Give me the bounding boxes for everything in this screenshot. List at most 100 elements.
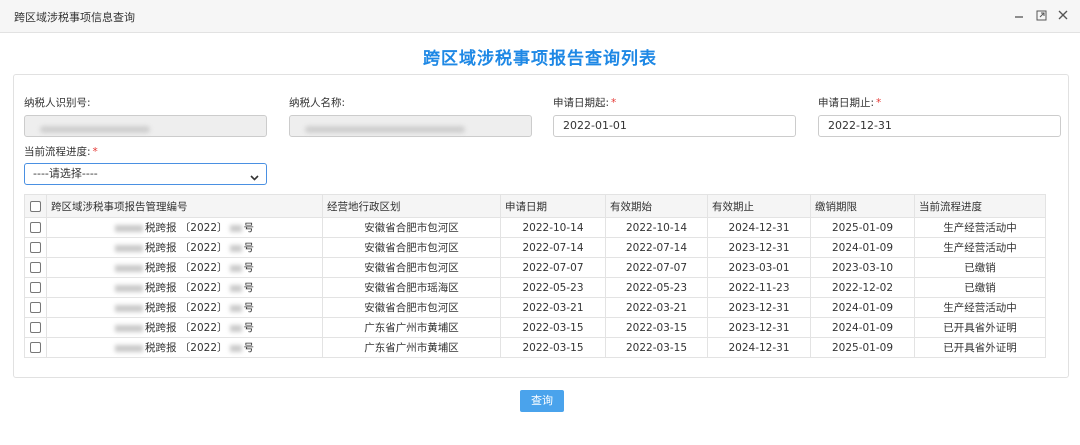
row-checkbox[interactable] [30, 262, 41, 273]
masked-value [305, 125, 465, 133]
report-no-cell: 税跨报 〔2022〕号 [46, 237, 323, 258]
report-no-cell: 税跨报 〔2022〕号 [46, 277, 323, 298]
region-cell: 广东省广州市黄埔区 [322, 317, 501, 338]
masked-value [229, 284, 242, 292]
date-end-label: 申请日期止: * [818, 97, 882, 109]
progress-field: 当前流程进度: * ----请选择---- [24, 144, 267, 185]
table-row: 税跨报 〔2022〕号安徽省合肥市包河区 2022-03-21 2022-03-21… [24, 297, 1046, 318]
masked-value [114, 244, 143, 252]
date-start-field: 申请日期起: * 2022-01-01 [553, 95, 796, 137]
cancel-deadline-cell: 2022-12-02 [810, 277, 915, 298]
valid-end-cell: 2022-11-23 [707, 277, 811, 298]
report-no-cell: 税跨报 〔2022〕号 [46, 257, 323, 278]
row-checkbox[interactable] [30, 342, 41, 353]
progress-cell: 生产经营活动中 [914, 217, 1046, 238]
required-mark: * [92, 146, 98, 158]
row-checkbox[interactable] [30, 242, 41, 253]
close-icon[interactable] [1056, 7, 1070, 23]
window-controls [1012, 7, 1070, 23]
region-cell: 广东省广州市黄埔区 [322, 337, 501, 358]
report-no-cell: 税跨报 〔2022〕号 [46, 297, 323, 318]
table-row: 税跨报 〔2022〕号安徽省合肥市包河区 2022-07-14 2022-07-14… [24, 237, 1046, 258]
date-start-label: 申请日期起: * [553, 97, 617, 109]
region-cell: 安徽省合肥市包河区 [322, 257, 501, 278]
window-title: 跨区域涉税事项信息查询 [14, 11, 135, 24]
row-checkbox[interactable] [30, 282, 41, 293]
row-select-cell [24, 277, 47, 298]
valid-start-cell: 2022-03-15 [605, 317, 708, 338]
apply-date-cell: 2022-10-14 [500, 217, 606, 238]
row-select-cell [24, 237, 47, 258]
select-all-checkbox[interactable] [30, 200, 41, 212]
cancel-deadline-cell: 2023-03-10 [810, 257, 915, 278]
masked-value [114, 224, 143, 232]
masked-value [229, 344, 242, 352]
progress-cell: 已开具省外证明 [914, 317, 1046, 338]
report-no-cell: 税跨报 〔2022〕号 [46, 337, 323, 358]
taxpayer-id-input [24, 115, 267, 137]
query-panel: 纳税人识别号: 纳税人名称: 申请日期起: * 2022-01-01 申请日期止:… [13, 74, 1069, 378]
minimize-icon[interactable] [1012, 7, 1026, 23]
valid-start-cell: 2022-07-14 [605, 237, 708, 258]
valid-start-cell: 2022-05-23 [605, 277, 708, 298]
valid-end-cell: 2024-12-31 [707, 337, 811, 358]
apply-date-cell: 2022-07-14 [500, 237, 606, 258]
valid-end-cell: 2023-03-01 [707, 257, 811, 278]
masked-value [229, 324, 242, 332]
col-header-report-no: 跨区域涉税事项报告管理编号 [46, 194, 323, 218]
valid-start-cell: 2022-03-21 [605, 297, 708, 318]
progress-cell: 生产经营活动中 [914, 237, 1046, 258]
table-body: 税跨报 〔2022〕号安徽省合肥市包河区 2022-10-14 2022-10-14… [24, 217, 1046, 358]
progress-cell: 已缴销 [914, 277, 1046, 298]
row-select-cell [24, 317, 47, 338]
row-checkbox[interactable] [30, 302, 41, 313]
table-row: 税跨报 〔2022〕号广东省广州市黄埔区 2022-03-15 2022-03-15… [24, 337, 1046, 358]
cancel-deadline-cell: 2024-01-09 [810, 237, 915, 258]
valid-start-cell: 2022-03-15 [605, 337, 708, 358]
valid-end-cell: 2023-12-31 [707, 297, 811, 318]
masked-value [229, 224, 242, 232]
col-header-apply-date: 申请日期 [500, 194, 606, 218]
chevron-down-icon [250, 169, 259, 189]
masked-value [114, 324, 143, 332]
region-cell: 安徽省合肥市包河区 [322, 297, 501, 318]
date-start-input[interactable]: 2022-01-01 [553, 115, 796, 137]
masked-value [229, 264, 242, 272]
taxpayer-id-field: 纳税人识别号: [24, 95, 267, 137]
table-row: 税跨报 〔2022〕号安徽省合肥市包河区 2022-10-14 2022-10-14… [24, 217, 1046, 238]
page-title: 跨区域涉税事项报告查询列表 [423, 49, 657, 69]
apply-date-cell: 2022-07-07 [500, 257, 606, 278]
table-row: 税跨报 〔2022〕号安徽省合肥市瑶海区 2022-05-23 2022-05-23… [24, 277, 1046, 298]
apply-date-cell: 2022-05-23 [500, 277, 606, 298]
valid-end-cell: 2024-12-31 [707, 217, 811, 238]
row-checkbox[interactable] [30, 322, 41, 333]
report-no-cell: 税跨报 〔2022〕号 [46, 217, 323, 238]
progress-cell: 已缴销 [914, 257, 1046, 278]
row-select-cell [24, 337, 47, 358]
apply-date-cell: 2022-03-15 [500, 317, 606, 338]
col-header-progress: 当前流程进度 [914, 194, 1046, 218]
region-cell: 安徽省合肥市包河区 [322, 217, 501, 238]
region-cell: 安徽省合肥市包河区 [322, 237, 501, 258]
table-row: 税跨报 〔2022〕号广东省广州市黄埔区 2022-03-15 2022-03-15… [24, 317, 1046, 338]
masked-value [114, 304, 143, 312]
masked-value [114, 284, 143, 292]
row-select-cell [24, 257, 47, 278]
masked-value [114, 344, 143, 352]
report-table: 跨区域涉税事项报告管理编号 经营地行政区划 申请日期 有效期始 有效期止 缴销期… [24, 194, 1046, 358]
taxpayer-name-field: 纳税人名称: [289, 95, 532, 137]
date-end-field: 申请日期止: * 2022-12-31 [818, 95, 1061, 137]
table-header-row: 跨区域涉税事项报告管理编号 经营地行政区划 申请日期 有效期始 有效期止 缴销期… [24, 194, 1046, 218]
progress-cell: 已开具省外证明 [914, 337, 1046, 358]
cancel-deadline-cell: 2024-01-09 [810, 297, 915, 318]
maximize-icon[interactable] [1034, 7, 1048, 23]
row-select-cell [24, 297, 47, 318]
masked-value [229, 304, 242, 312]
date-end-input[interactable]: 2022-12-31 [818, 115, 1061, 137]
masked-value [229, 244, 242, 252]
progress-select[interactable]: ----请选择---- [24, 163, 267, 185]
query-button[interactable]: 查询 [520, 390, 564, 412]
col-header-cancel-deadline: 缴销期限 [810, 194, 915, 218]
row-checkbox[interactable] [30, 222, 41, 233]
masked-value [114, 264, 143, 272]
